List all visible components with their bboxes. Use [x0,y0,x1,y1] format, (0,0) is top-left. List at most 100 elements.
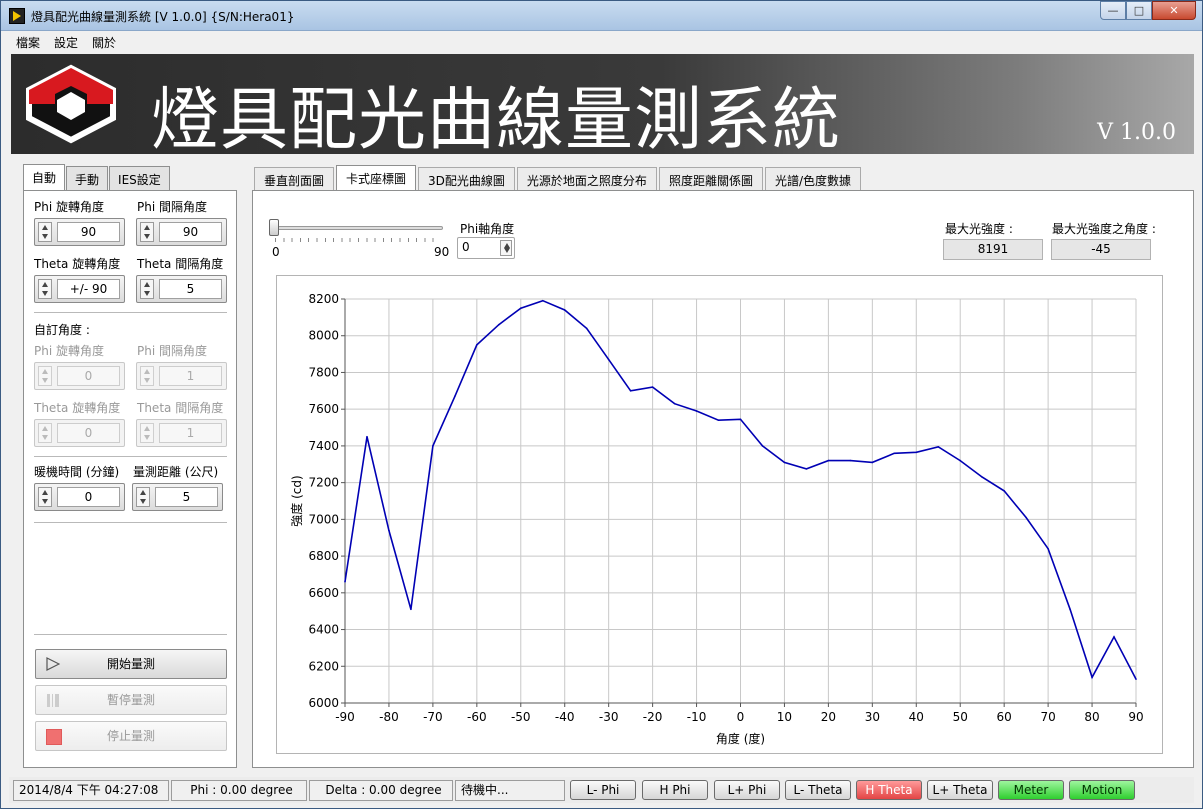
stop-measure-label: 停止量測 [106,729,155,743]
tab-vertical-profile[interactable]: 垂直剖面圖 [254,167,335,190]
spin-arrows-icon[interactable] [140,423,154,443]
start-measure-button[interactable]: 開始量測 [35,649,227,679]
menu-about[interactable]: 關於 [85,32,123,53]
start-measure-label: 開始量測 [106,657,155,671]
data-point [388,529,390,532]
left-tab-strip: 自動 手動 IES設定 [23,164,171,190]
custom-phi-interval-stepper[interactable]: 1 [136,362,227,390]
data-point [1091,676,1093,679]
spin-arrows-icon[interactable] [38,423,52,443]
slider-max-label: 90 [434,245,450,259]
spin-arrows-icon[interactable] [136,487,150,507]
custom-phi-rotation-stepper[interactable]: 0 [34,362,125,390]
y-tick-label: 7000 [308,512,339,526]
spin-arrows-icon[interactable] [140,222,154,242]
phi-axis-value[interactable]: 0 [462,240,470,254]
maximize-button[interactable]: □ [1126,1,1152,20]
window-title: 燈具配光曲線量測系統 [V 1.0.0] {S/N:Hera01} [31,10,295,24]
tab-ies-settings[interactable]: IES設定 [109,166,170,190]
x-tick-label: 10 [777,710,792,724]
y-tick-label: 6800 [308,549,339,563]
tab-manual[interactable]: 手動 [66,166,109,190]
custom-phi-rotation-value[interactable]: 0 [57,366,120,386]
y-tick-label: 6600 [308,586,339,600]
status-bar: 2014/8/4 下午 04:27:08 Phi : 0.00 degree D… [9,777,1194,803]
theta-interval-value[interactable]: 5 [159,279,222,299]
data-point [695,410,698,412]
phi-rotation-stepper[interactable]: 90 [34,218,125,246]
theta-interval-stepper[interactable]: 5 [136,275,227,303]
distance-stepper[interactable]: 5 [132,483,223,511]
x-axis-label: 角度 (度) [716,731,765,746]
stop-measure-button[interactable]: 停止量測 [35,721,227,751]
warmup-value[interactable]: 0 [57,487,120,507]
phi-rotation-label: Phi 旋轉角度 [34,200,104,214]
data-point [1135,678,1137,680]
indicator-l-minus-theta: L- Theta [785,780,851,800]
phi-interval-stepper[interactable]: 90 [136,218,227,246]
menu-settings[interactable]: 設定 [47,32,85,53]
status-phi: Phi : 0.00 degree [171,780,307,801]
spin-arrows-icon[interactable] [38,279,52,299]
spin-arrows-icon[interactable] [140,279,154,299]
tab-illuminance-distance[interactable]: 照度距離關係圖 [658,167,763,190]
x-tick-label: -50 [511,710,531,724]
custom-theta-interval-stepper[interactable]: 1 [136,419,227,447]
minimize-button[interactable]: — [1100,1,1126,20]
x-tick-label: 30 [865,710,880,724]
tab-auto[interactable]: 自動 [23,164,66,190]
spin-arrows-icon[interactable] [140,366,154,386]
max-angle-readout: -45 [1051,239,1151,260]
phi-interval-value[interactable]: 90 [159,222,222,242]
indicator-l-plus-theta: L+ Theta [927,780,993,800]
spin-arrows-icon[interactable] [38,366,52,386]
phi-axis-input[interactable]: 0 [457,237,515,259]
data-point [519,307,522,309]
spin-arrows-icon[interactable] [38,222,52,242]
custom-theta-rotation-stepper[interactable]: 0 [34,419,125,447]
divider [34,456,227,458]
phi-interval-label: Phi 間隔角度 [137,200,207,214]
custom-theta-rotation-value[interactable]: 0 [57,423,120,443]
y-tick-label: 6000 [308,696,339,710]
data-point [1113,636,1115,638]
data-point [761,445,764,447]
custom-theta-interval-label: Theta 間隔角度 [137,401,224,415]
phi-slider-ticks [275,238,441,242]
banner-version: V 1.0.0 [1097,120,1176,145]
phi-slider-track[interactable] [273,226,443,230]
pause-icon [47,694,59,707]
warmup-label: 暖機時間 (分鐘) [34,465,120,479]
menu-file[interactable]: 檔案 [9,32,47,53]
custom-phi-interval-label: Phi 間隔角度 [137,344,207,358]
warmup-stepper[interactable]: 0 [34,483,125,511]
x-tick-label: 40 [909,710,924,724]
custom-phi-interval-value[interactable]: 1 [159,366,222,386]
custom-theta-interval-value[interactable]: 1 [159,423,222,443]
data-point [651,386,654,388]
pause-measure-label: 暫停量測 [106,693,155,707]
data-point [937,446,940,448]
spin-arrows-icon[interactable] [38,487,52,507]
x-tick-label: -60 [467,710,487,724]
tab-spectrum-color[interactable]: 光譜/色度數據 [764,167,861,190]
pause-measure-button[interactable]: 暫停量測 [35,685,227,715]
spin-arrows-icon[interactable] [500,240,512,256]
phi-slider-thumb[interactable] [269,219,279,236]
theta-rotation-stepper[interactable]: +/- 90 [34,275,125,303]
close-button[interactable]: ✕ [1152,1,1196,20]
x-tick-label: -90 [335,710,355,724]
data-point [805,468,808,470]
data-point [783,461,786,464]
x-tick-label: 20 [821,710,836,724]
phi-rotation-value[interactable]: 90 [57,222,120,242]
data-point [959,459,962,462]
data-point [871,461,874,464]
tab-cartesian-plot[interactable]: 卡式座標圖 [336,165,417,190]
tab-ground-illuminance[interactable]: 光源於地面之照度分布 [516,167,657,190]
tab-3d-distribution[interactable]: 3D配光曲線圖 [418,167,515,190]
stop-icon [46,729,62,745]
data-point [563,309,566,311]
distance-value[interactable]: 5 [155,487,218,507]
theta-rotation-value[interactable]: +/- 90 [57,279,120,299]
